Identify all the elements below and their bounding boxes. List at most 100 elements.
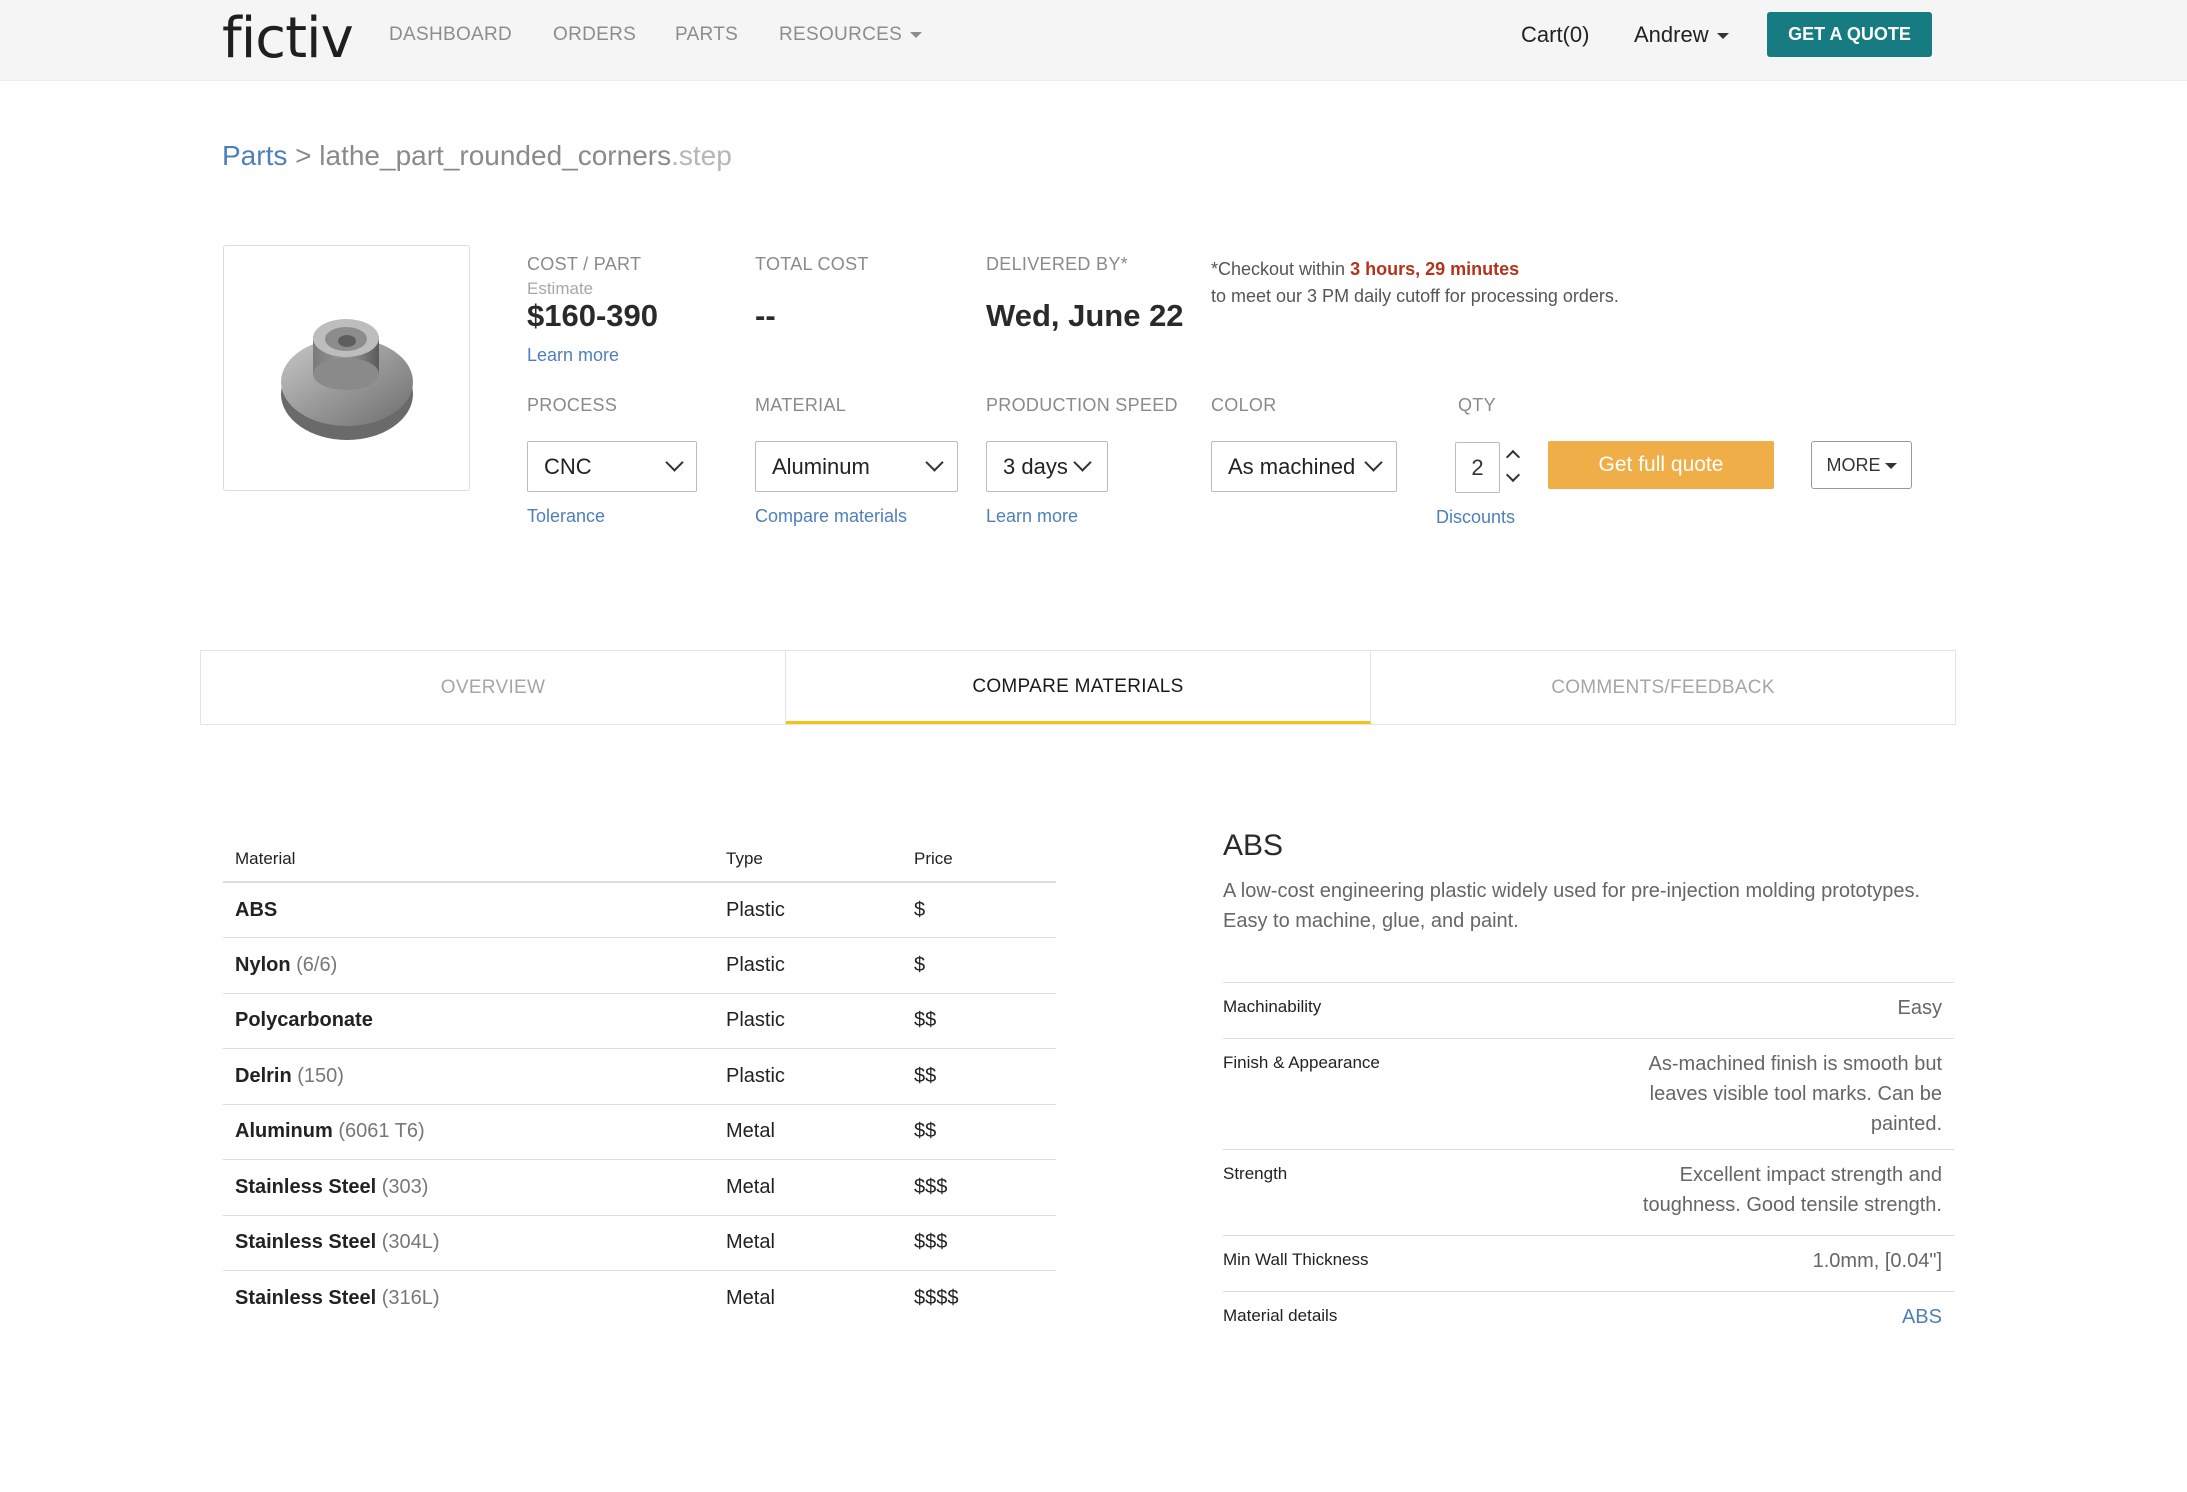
property-label: Material details <box>1223 1291 1413 1348</box>
table-row[interactable]: Polycarbonate Plastic $$ <box>223 993 1056 1049</box>
property-label: Finish & Appearance <box>1223 1038 1413 1150</box>
estimate-label: Estimate <box>527 279 594 298</box>
compare-materials-link[interactable]: Compare materials <box>755 506 907 527</box>
breadcrumb-filename: lathe_part_rounded_corners <box>319 140 672 171</box>
type-cell: Plastic <box>714 937 902 994</box>
column-header-price: Price <box>902 836 1056 883</box>
nav-orders[interactable]: ORDERS <box>553 24 636 46</box>
table-row[interactable]: ABS Plastic $ <box>223 882 1056 938</box>
table-row[interactable]: Stainless Steel (303) Metal $$$ <box>223 1159 1056 1216</box>
nav-dashboard[interactable]: DASHBOARD <box>389 24 512 46</box>
process-select[interactable]: CNC <box>527 441 697 492</box>
table-row[interactable]: Nylon (6/6) Plastic $ <box>223 937 1056 994</box>
material-cell: Nylon (6/6) <box>223 937 714 994</box>
nav-parts[interactable]: PARTS <box>675 24 738 46</box>
property-value: As-machined finish is smooth but leaves … <box>1413 1038 1954 1150</box>
material-select[interactable]: Aluminum <box>755 441 958 492</box>
material-cell: Aluminum (6061 T6) <box>223 1104 714 1160</box>
type-cell: Metal <box>714 1159 902 1216</box>
column-header-material: Material <box>223 836 714 883</box>
property-row: Min Wall Thickness 1.0mm, [0.04"] <box>1223 1235 1954 1292</box>
price-cell: $$ <box>902 1048 1056 1105</box>
property-label: Machinability <box>1223 982 1413 1039</box>
material-value: Aluminum <box>772 454 870 479</box>
nav-resources[interactable]: RESOURCES <box>779 24 923 46</box>
property-value: 1.0mm, [0.04"] <box>1413 1235 1954 1292</box>
price-cell: $ <box>902 937 1056 994</box>
tab-comments-feedback[interactable]: COMMENTS/FEEDBACK <box>1371 651 1955 724</box>
detail-tabs: OVERVIEW COMPARE MATERIALS COMMENTS/FEED… <box>200 650 1956 725</box>
material-name: ABS <box>235 898 278 921</box>
material-name: Delrin <box>235 1064 292 1087</box>
get-a-quote-button[interactable]: GET A QUOTE <box>1767 12 1932 57</box>
production-speed-select[interactable]: 3 days <box>986 441 1108 492</box>
part-preview[interactable] <box>223 245 470 491</box>
qty-input[interactable]: 2 <box>1455 442 1500 493</box>
column-header-type: Type <box>714 836 902 883</box>
material-label: MATERIAL <box>755 395 847 415</box>
material-name: Aluminum <box>235 1120 333 1143</box>
qty-stepper[interactable] <box>1505 446 1521 490</box>
table-row[interactable]: Stainless Steel (304L) Metal $$$ <box>223 1215 1056 1271</box>
color-select[interactable]: As machined <box>1211 441 1397 492</box>
fictiv-logo[interactable]: fictiv <box>222 6 354 71</box>
more-label: MORE <box>1826 455 1881 475</box>
type-cell: Metal <box>714 1215 902 1271</box>
table-row[interactable]: Stainless Steel (316L) Metal $$$$ <box>223 1271 1056 1327</box>
chevron-down-icon <box>665 453 684 472</box>
cart-link[interactable]: Cart(0) <box>1521 22 1589 48</box>
checkout-suffix: to meet our 3 PM daily cutoff for proces… <box>1211 286 1619 306</box>
cost-learn-more-link[interactable]: Learn more <box>527 345 619 366</box>
caret-down-icon <box>910 31 923 38</box>
color-value: As machined <box>1228 454 1356 479</box>
breadcrumb-parts-link[interactable]: Parts <box>222 140 287 171</box>
material-cell: Stainless Steel (303) <box>223 1159 714 1216</box>
price-cell: $$ <box>902 993 1056 1049</box>
material-cell: Stainless Steel (304L) <box>223 1215 714 1271</box>
material-grade: (316L) <box>381 1287 440 1309</box>
color-label: COLOR <box>1211 395 1277 415</box>
material-name: Stainless Steel <box>235 1175 377 1198</box>
user-menu[interactable]: Andrew <box>1634 22 1729 48</box>
more-menu-button[interactable]: MORE <box>1811 441 1912 489</box>
material-grade: (150) <box>297 1064 344 1087</box>
cost-per-part-label: COST / PART <box>527 254 642 274</box>
caret-down-icon <box>1716 33 1729 40</box>
material-grade: (6061 T6) <box>338 1120 425 1143</box>
price-cell: $$$ <box>902 1215 1056 1271</box>
property-value: Excellent impact strength and toughness.… <box>1413 1149 1954 1236</box>
material-detail-description: A low-cost engineering plastic widely us… <box>1223 880 1921 932</box>
caret-down-icon <box>1884 463 1897 470</box>
nav-resources-label: RESOURCES <box>779 24 903 45</box>
tolerance-link[interactable]: Tolerance <box>527 506 605 527</box>
material-detail-title: ABS <box>1223 829 1284 862</box>
property-row: Material details ABS <box>1223 1291 1954 1348</box>
speed-learn-more-link[interactable]: Learn more <box>986 506 1078 527</box>
type-cell: Plastic <box>714 1048 902 1105</box>
discounts-link[interactable]: Discounts <box>1436 507 1515 528</box>
materials-table: Material Type Price ABS Plastic $ Nylon … <box>223 836 1056 1326</box>
breadcrumb-separator: > <box>295 140 312 171</box>
material-details-link[interactable]: ABS <box>1413 1291 1954 1348</box>
property-row: Finish & Appearance As-machined finish i… <box>1223 1038 1954 1150</box>
material-name: Stainless Steel <box>235 1287 377 1309</box>
table-header-row: Material Type Price <box>223 836 1056 883</box>
total-cost-value: -- <box>755 298 776 333</box>
type-cell: Metal <box>726 1287 775 1309</box>
get-full-quote-button[interactable]: Get full quote <box>1548 441 1774 489</box>
material-grade: (304L) <box>381 1231 440 1254</box>
breadcrumb: Parts > lathe_part_rounded_corners.step <box>222 140 732 172</box>
cost-per-part-value: $160-390 <box>527 298 659 333</box>
property-value: Easy <box>1413 982 1954 1039</box>
chevron-down-icon[interactable] <box>1505 467 1521 483</box>
chevron-up-icon[interactable] <box>1505 449 1521 465</box>
table-row[interactable]: Delrin (150) Plastic $$ <box>223 1048 1056 1105</box>
tab-compare-materials[interactable]: COMPARE MATERIALS <box>786 651 1371 724</box>
checkout-countdown: 3 hours, 29 minutes <box>1350 259 1520 279</box>
process-label: PROCESS <box>527 395 618 415</box>
material-grade: (6/6) <box>296 953 338 976</box>
material-grade: (303) <box>381 1175 429 1198</box>
production-speed-label: PRODUCTION SPEED <box>986 395 1178 415</box>
table-row[interactable]: Aluminum (6061 T6) Metal $$ <box>223 1104 1056 1160</box>
tab-overview[interactable]: OVERVIEW <box>201 651 786 724</box>
